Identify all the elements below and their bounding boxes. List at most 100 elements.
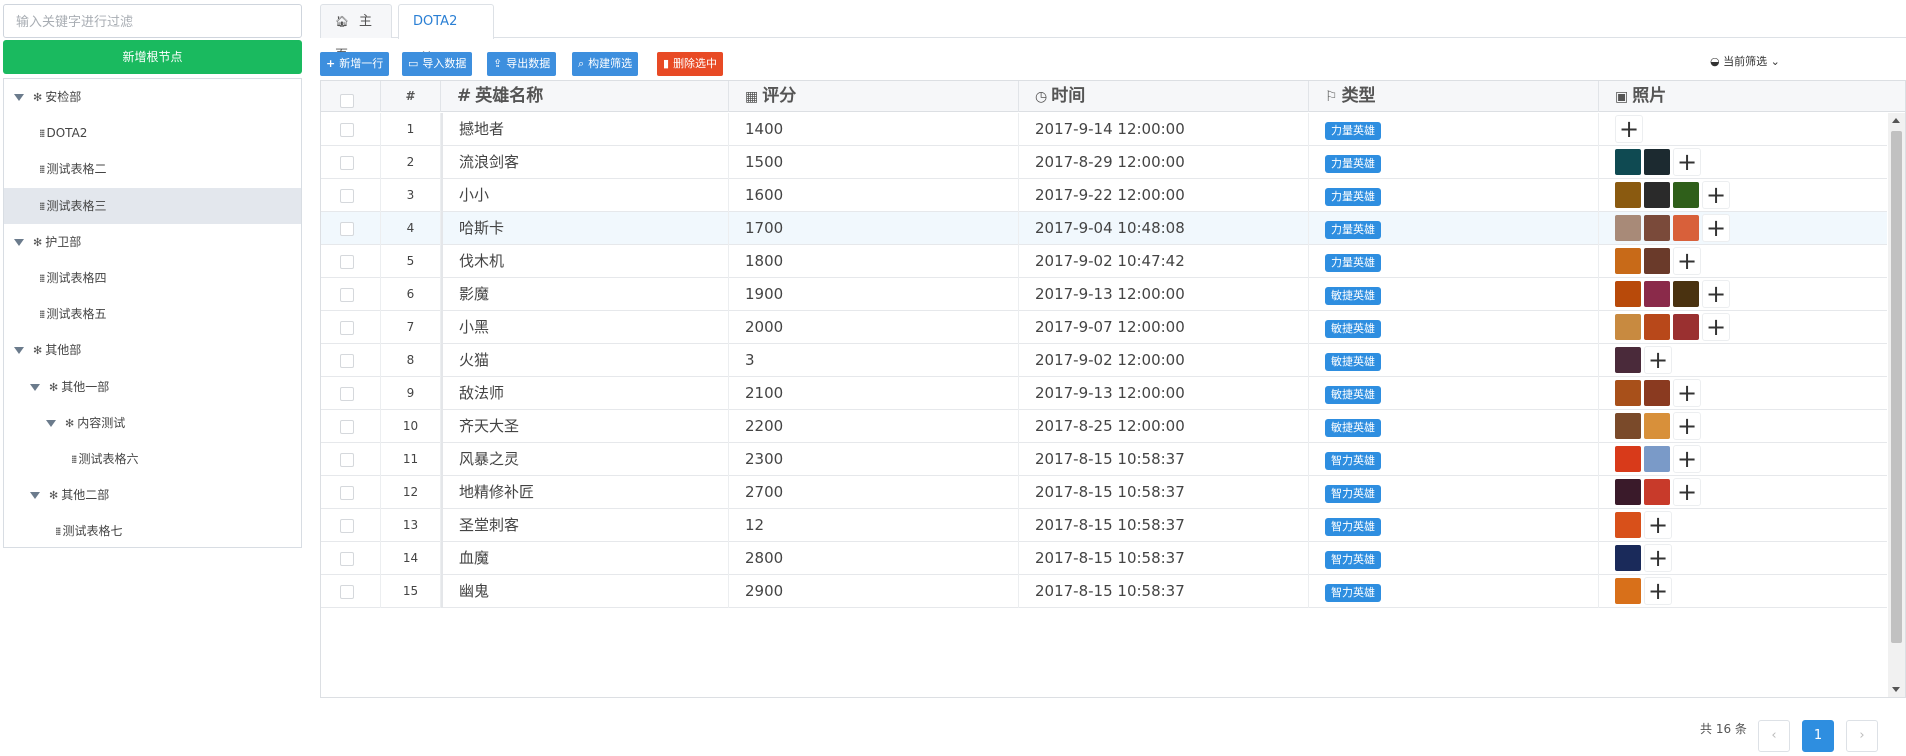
type-cell[interactable]: 敏捷英雄 (1309, 311, 1599, 344)
score-cell[interactable]: 1600 (729, 179, 1019, 212)
type-cell[interactable]: 智力英雄 (1309, 476, 1599, 509)
hero-photo-thumbnail[interactable] (1644, 314, 1670, 340)
hero-photo-thumbnail[interactable] (1615, 248, 1641, 274)
score-cell[interactable]: 1800 (729, 245, 1019, 278)
hero-photo-thumbnail[interactable] (1673, 182, 1699, 208)
type-cell[interactable]: 智力英雄 (1309, 542, 1599, 575)
hero-name-cell[interactable]: 小黑 (441, 311, 729, 344)
type-cell[interactable]: 敏捷英雄 (1309, 377, 1599, 410)
delete-selected-button[interactable]: ▮ 删除选中 (657, 52, 724, 76)
row-checkbox[interactable] (340, 156, 354, 170)
table-row[interactable]: 11 风暴之灵 2300 2017-8-15 10:58:37 智力英雄 + (321, 443, 1887, 476)
select-all-checkbox[interactable] (340, 94, 354, 108)
expand-triangle-icon[interactable] (14, 238, 24, 246)
table-row[interactable]: 14 血魔 2800 2017-8-15 10:58:37 智力英雄 + (321, 542, 1887, 575)
hero-name-cell[interactable]: 撼地者 (441, 113, 729, 146)
time-cell[interactable]: 2017-8-15 10:58:37 (1019, 542, 1309, 575)
hero-name-cell[interactable]: 齐天大圣 (441, 410, 729, 443)
scroll-down-arrow-icon[interactable] (1892, 687, 1900, 692)
add-photo-plus-icon[interactable]: + (1673, 478, 1701, 506)
add-photo-plus-icon[interactable]: + (1702, 181, 1730, 209)
time-cell[interactable]: 2017-8-25 12:00:00 (1019, 410, 1309, 443)
add-photo-plus-icon[interactable]: + (1644, 346, 1672, 374)
import-data-button[interactable]: ▭ 导入数据 (402, 52, 473, 76)
hero-name-cell[interactable]: 血魔 (441, 542, 729, 575)
hero-name-cell[interactable]: 流浪剑客 (441, 146, 729, 179)
type-cell[interactable]: 智力英雄 (1309, 575, 1599, 608)
select-cell[interactable] (321, 245, 381, 278)
time-cell[interactable]: 2017-9-04 10:48:08 (1019, 212, 1309, 245)
score-cell[interactable]: 2000 (729, 311, 1019, 344)
table-row[interactable]: 9 敌法师 2100 2017-9-13 12:00:00 敏捷英雄 + (321, 377, 1887, 410)
type-cell[interactable]: 智力英雄 (1309, 443, 1599, 476)
hero-name-cell[interactable]: 敌法师 (441, 377, 729, 410)
row-checkbox[interactable] (340, 420, 354, 434)
hero-name-cell[interactable]: 火猫 (441, 344, 729, 377)
add-photo-plus-icon[interactable]: + (1702, 214, 1730, 242)
hero-photo-thumbnail[interactable] (1615, 380, 1641, 406)
header-time[interactable]: ◷ 时间 (1019, 81, 1309, 112)
type-cell[interactable]: 敏捷英雄 (1309, 278, 1599, 311)
tree-node-11[interactable]: ✻ 其他二部 (4, 477, 301, 513)
row-checkbox[interactable] (340, 519, 354, 533)
export-data-button[interactable]: ⇪ 导出数据 (487, 52, 557, 76)
hero-name-cell[interactable]: 地精修补匠 (441, 476, 729, 509)
build-filter-button[interactable]: ⌕ 构建筛选 (572, 52, 639, 76)
header-select-all[interactable] (321, 81, 381, 112)
type-cell[interactable]: 力量英雄 (1309, 245, 1599, 278)
row-checkbox[interactable] (340, 387, 354, 401)
type-cell[interactable]: 敏捷英雄 (1309, 410, 1599, 443)
hero-name-cell[interactable]: 小小 (441, 179, 729, 212)
add-photo-plus-icon[interactable]: + (1644, 544, 1672, 572)
select-cell[interactable] (321, 410, 381, 443)
time-cell[interactable]: 2017-8-15 10:58:37 (1019, 509, 1309, 542)
score-cell[interactable]: 12 (729, 509, 1019, 542)
select-cell[interactable] (321, 509, 381, 542)
tree-node-9[interactable]: ✻ 内容测试 (4, 405, 301, 441)
tree-node-4[interactable]: ✻ 护卫部 (4, 224, 301, 260)
add-photo-plus-icon[interactable]: + (1615, 115, 1643, 143)
current-filter-dropdown[interactable]: ◒ 当前筛选 ⌄ (1710, 53, 1780, 69)
row-checkbox[interactable] (340, 486, 354, 500)
add-root-node-button[interactable]: 新增根节点 (3, 40, 302, 74)
time-cell[interactable]: 2017-9-02 12:00:00 (1019, 344, 1309, 377)
tree-node-8[interactable]: ✻ 其他一部 (4, 369, 301, 405)
tree-filter-input[interactable] (3, 4, 302, 38)
table-row[interactable]: 10 齐天大圣 2200 2017-8-25 12:00:00 敏捷英雄 + (321, 410, 1887, 443)
type-cell[interactable]: 敏捷英雄 (1309, 344, 1599, 377)
select-cell[interactable] (321, 113, 381, 146)
hero-photo-thumbnail[interactable] (1673, 215, 1699, 241)
hero-photo-thumbnail[interactable] (1644, 479, 1670, 505)
hero-photo-thumbnail[interactable] (1615, 512, 1641, 538)
tree-node-12[interactable]: ⁞⁞⁞ 测试表格七 (4, 513, 301, 549)
table-row[interactable]: 2 流浪剑客 1500 2017-8-29 12:00:00 力量英雄 + (321, 146, 1887, 179)
expand-triangle-icon[interactable] (46, 419, 56, 427)
hero-photo-thumbnail[interactable] (1615, 182, 1641, 208)
row-checkbox[interactable] (340, 453, 354, 467)
score-cell[interactable]: 2800 (729, 542, 1019, 575)
hero-photo-thumbnail[interactable] (1673, 281, 1699, 307)
expand-triangle-icon[interactable] (14, 94, 24, 101)
score-cell[interactable]: 2200 (729, 410, 1019, 443)
hero-photo-thumbnail[interactable] (1615, 578, 1641, 604)
expand-triangle-icon[interactable] (14, 347, 24, 355)
hero-name-cell[interactable]: 影魔 (441, 278, 729, 311)
tree-node-7[interactable]: ✻ 其他部 (4, 332, 301, 368)
hero-photo-thumbnail[interactable] (1644, 281, 1670, 307)
hero-photo-thumbnail[interactable] (1615, 314, 1641, 340)
tree-node-0[interactable]: ✻ 安检部 (4, 79, 301, 115)
row-checkbox[interactable] (340, 585, 354, 599)
tree-node-5[interactable]: ⁞⁞⁞ 测试表格四 (4, 260, 301, 296)
hero-photo-thumbnail[interactable] (1644, 380, 1670, 406)
scroll-up-arrow-icon[interactable] (1892, 118, 1900, 123)
time-cell[interactable]: 2017-8-15 10:58:37 (1019, 575, 1309, 608)
hero-name-cell[interactable]: 伐木机 (441, 245, 729, 278)
row-checkbox[interactable] (340, 552, 354, 566)
tree-node-6[interactable]: ⁞⁞⁞ 测试表格五 (4, 296, 301, 332)
hero-photo-thumbnail[interactable] (1644, 149, 1670, 175)
hero-photo-thumbnail[interactable] (1615, 281, 1641, 307)
tree-node-10[interactable]: ⁞⁞⁞ 测试表格六 (4, 441, 301, 477)
select-cell[interactable] (321, 542, 381, 575)
type-cell[interactable]: 力量英雄 (1309, 179, 1599, 212)
row-checkbox[interactable] (340, 123, 354, 137)
